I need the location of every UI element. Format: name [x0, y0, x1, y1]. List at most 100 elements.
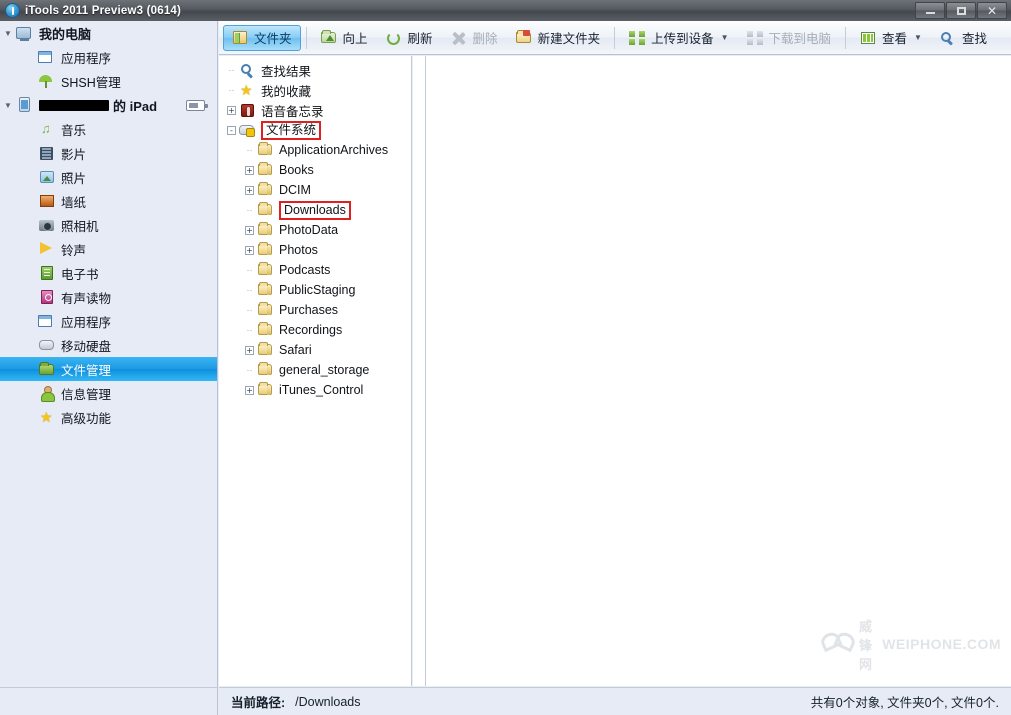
panel-splitter[interactable]: [413, 56, 425, 686]
toolbar[interactable]: 文件夹 向上 刷新 删除 新建文件夹 上传到设备 ▼ 下载到电脑 查看 ▼ 查找: [219, 21, 1011, 55]
sidebar-item-label: 墙纸: [61, 195, 87, 210]
sidebar-item-0[interactable]: ▼ 我的电脑: [0, 21, 217, 45]
minimize-button[interactable]: [915, 2, 945, 19]
sidebar-item-11[interactable]: 有声读物: [0, 285, 217, 309]
folder-icon: [257, 342, 275, 358]
battery-icon: [186, 99, 208, 111]
expand-icon[interactable]: +: [245, 385, 254, 395]
expand-icon[interactable]: +: [245, 165, 254, 175]
sidebar-item-3[interactable]: ▼ 的 iPad: [0, 93, 217, 117]
expand-icon[interactable]: +: [227, 105, 236, 115]
sidebar-item-label: 的 iPad: [113, 98, 158, 114]
ipad-icon: [16, 97, 34, 113]
sidebar-item-label: 照相机: [61, 219, 99, 234]
tree-node-8[interactable]: + PhotoData: [219, 220, 411, 240]
maximize-button[interactable]: [946, 2, 976, 19]
expand-icon[interactable]: +: [245, 345, 254, 355]
sidebar-expander-icon[interactable]: ▼: [0, 101, 16, 110]
favorites-star-icon: ★: [240, 82, 253, 98]
tree-node-2[interactable]: + 语音备忘录: [219, 100, 411, 120]
sidebar-item-label: 有声读物: [61, 291, 112, 306]
voice-memo-icon: [239, 102, 257, 118]
tree-node-13[interactable]: ·· Recordings: [219, 320, 411, 340]
tree-node-label: 语音备忘录: [261, 104, 324, 119]
toolbar-button-8[interactable]: 查找: [931, 25, 996, 51]
toolbar-button-7[interactable]: 查看 ▼: [851, 25, 931, 51]
tree-connector: ··: [246, 205, 253, 215]
audiobook-icon: [38, 289, 56, 305]
tree-node-9[interactable]: + Photos: [219, 240, 411, 260]
sidebar-item-label: 高级功能: [61, 411, 112, 426]
chevron-down-icon[interactable]: ▼: [721, 33, 729, 42]
sidebar-item-15[interactable]: 信息管理: [0, 381, 217, 405]
tree-node-15[interactable]: ·· general_storage: [219, 360, 411, 380]
file-list-content[interactable]: 威锋网 WEIPHONE.COM: [425, 56, 1011, 686]
sidebar-item-label: 信息管理: [61, 387, 112, 402]
sidebar-item-13[interactable]: 移动硬盘: [0, 333, 217, 357]
tree-node-label: DCIM: [279, 183, 311, 197]
view-grid-icon: [860, 30, 877, 46]
sidebar-item-1[interactable]: 应用程序: [0, 45, 217, 69]
tree-node-7[interactable]: ·· Downloads: [219, 200, 411, 220]
sidebar-item-label: SHSH管理: [61, 75, 121, 90]
sidebar-item-5[interactable]: 影片: [0, 141, 217, 165]
expand-icon[interactable]: +: [245, 225, 254, 235]
toolbar-separator: [614, 26, 616, 49]
application-icon: [38, 49, 56, 65]
sidebar[interactable]: ▼ 我的电脑 应用程序 SHSH管理 ▼ 的 iPad ♫ 音乐 影片 照片 墙纸 照相机 铃声 电子书有…: [0, 21, 218, 715]
toolbar-button-label: 文件夹: [254, 32, 292, 46]
sidebar-item-label: 移动硬盘: [61, 339, 112, 354]
tree-node-12[interactable]: ·· Purchases: [219, 300, 411, 320]
sidebar-item-label: 应用程序: [61, 315, 112, 330]
sidebar-expander-icon[interactable]: ▼: [0, 29, 16, 38]
sidebar-item-6[interactable]: 照片: [0, 165, 217, 189]
star-icon: ★: [40, 409, 53, 425]
toolbar-button-label: 上传到设备: [651, 32, 714, 46]
ringtone-icon: [38, 241, 56, 257]
toolbar-button-label: 查找: [961, 32, 987, 46]
toolbar-button-1[interactable]: 向上: [312, 25, 377, 51]
toolbar-button-5[interactable]: 上传到设备 ▼: [620, 25, 737, 51]
harddisk-icon: [38, 337, 56, 353]
sidebar-item-4[interactable]: ♫ 音乐: [0, 117, 217, 141]
tree-node-11[interactable]: ·· PublicStaging: [219, 280, 411, 300]
upload-icon: [629, 30, 646, 46]
sidebar-item-14[interactable]: 文件管理: [0, 357, 217, 381]
tree-node-16[interactable]: + iTunes_Control: [219, 380, 411, 400]
expand-icon[interactable]: +: [245, 185, 254, 195]
sidebar-item-9[interactable]: 铃声: [0, 237, 217, 261]
tree-node-4[interactable]: ·· ApplicationArchives: [219, 140, 411, 160]
tree-node-label: ApplicationArchives: [279, 143, 389, 157]
tree-node-1[interactable]: ·· ★ 我的收藏: [219, 80, 411, 100]
window-titlebar: iTools 2011 Preview3 (0614) ✕: [0, 0, 1011, 21]
search-icon: [940, 30, 957, 46]
sidebar-item-2[interactable]: SHSH管理: [0, 69, 217, 93]
toolbar-button-2[interactable]: 刷新: [377, 25, 442, 51]
collapse-icon[interactable]: -: [227, 125, 236, 135]
chevron-down-icon[interactable]: ▼: [914, 33, 922, 42]
file-tree-panel[interactable]: ·· 查找结果 ·· ★ 我的收藏 + 语音备忘录 - 文件系统 ·· ApplicationArc…: [219, 56, 412, 686]
close-button[interactable]: ✕: [977, 2, 1007, 19]
folder-icon: [257, 362, 275, 378]
sidebar-item-16[interactable]: ★ 高级功能: [0, 405, 217, 429]
sidebar-item-12[interactable]: 应用程序: [0, 309, 217, 333]
app-icon: [5, 3, 20, 18]
toolbar-button-0[interactable]: 文件夹: [223, 24, 301, 51]
tree-node-label: Recordings: [279, 323, 343, 337]
tree-node-label: 我的收藏: [261, 84, 312, 99]
folder-icon: [257, 282, 275, 298]
tree-node-10[interactable]: ·· Podcasts: [219, 260, 411, 280]
sidebar-item-7[interactable]: 墙纸: [0, 189, 217, 213]
tree-node-5[interactable]: + Books: [219, 160, 411, 180]
tree-connector: ··: [246, 305, 253, 315]
sidebar-item-8[interactable]: 照相机: [0, 213, 217, 237]
sidebar-item-10[interactable]: 电子书: [0, 261, 217, 285]
toolbar-button-3: 删除: [442, 25, 507, 51]
tree-node-6[interactable]: + DCIM: [219, 180, 411, 200]
folder-icon: [257, 242, 275, 258]
tree-node-3[interactable]: - 文件系统: [219, 120, 411, 140]
tree-node-14[interactable]: + Safari: [219, 340, 411, 360]
tree-node-0[interactable]: ·· 查找结果: [219, 60, 411, 80]
expand-icon[interactable]: +: [245, 245, 254, 255]
toolbar-button-4[interactable]: 新建文件夹: [507, 25, 610, 51]
